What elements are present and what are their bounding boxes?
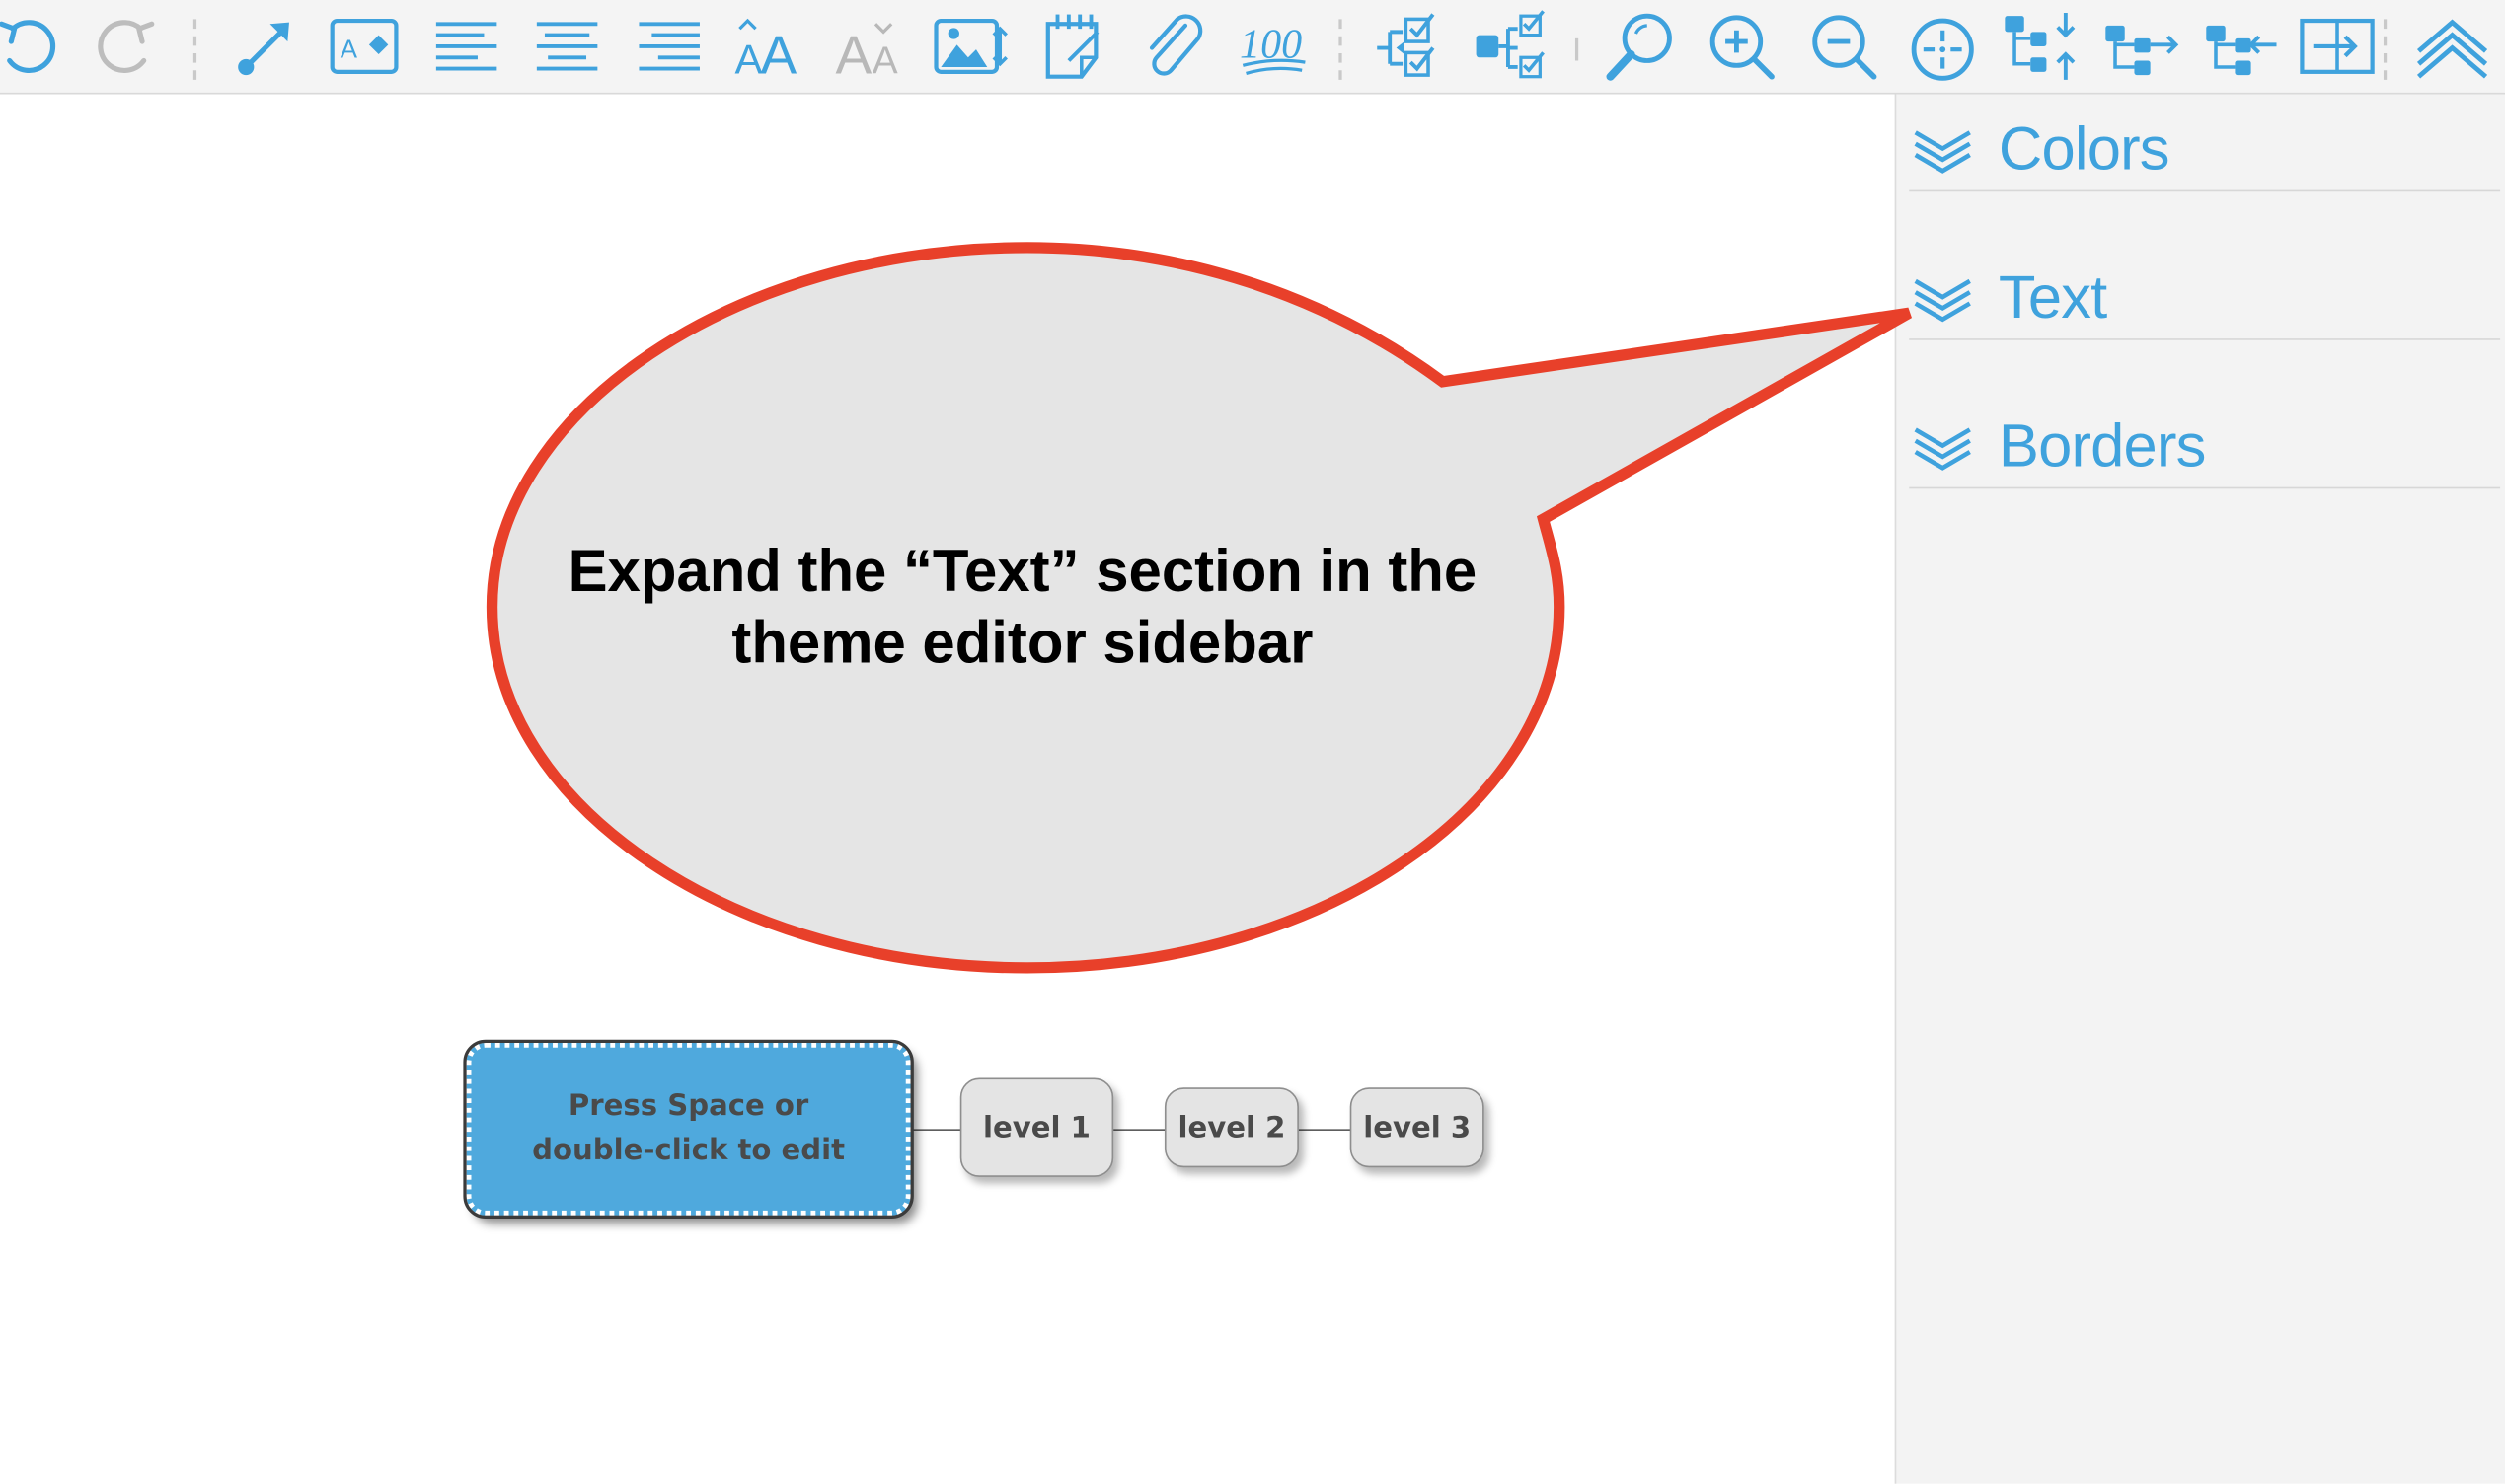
app-root: A A A A A 100 Colors Text Borders Expand…	[0, 0, 2505, 1484]
node-level-1[interactable]: level 1	[959, 1077, 1114, 1177]
node-level-2[interactable]: level 2	[1164, 1087, 1299, 1168]
node-level-3[interactable]: level 3	[1349, 1087, 1484, 1168]
connector-line	[910, 1129, 962, 1131]
root-node-label: Press Space or double-click to edit	[532, 1088, 846, 1168]
connector-line	[1113, 1129, 1167, 1131]
root-node[interactable]: Press Space or double-click to edit	[463, 1039, 914, 1219]
callout-bubble	[486, 242, 1913, 974]
node-label: level 2	[1177, 1110, 1286, 1145]
node-label: level 1	[983, 1110, 1091, 1145]
node-label: level 3	[1363, 1110, 1472, 1145]
connector-line	[1298, 1129, 1352, 1131]
callout-text: Expand the “Text” section in the theme e…	[568, 538, 1478, 676]
